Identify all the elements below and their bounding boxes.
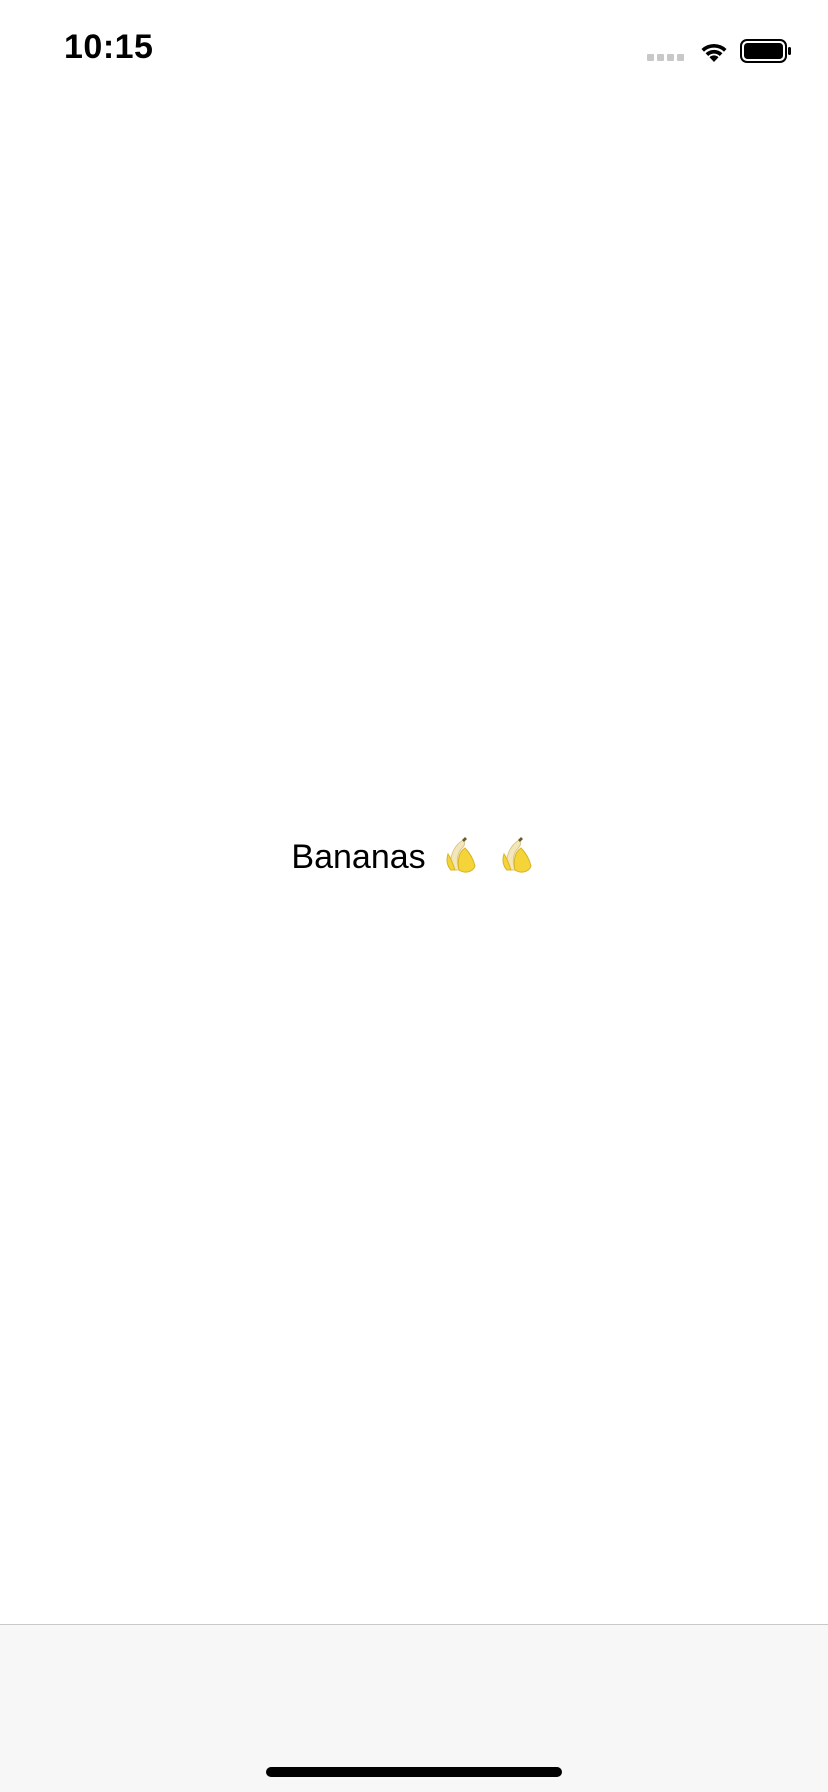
banana-icon xyxy=(446,837,476,873)
status-icons xyxy=(647,36,792,66)
bananas-label: Bananas xyxy=(291,838,426,876)
battery-icon xyxy=(740,39,791,63)
cellular-signal-icon xyxy=(647,41,684,61)
tab-bar xyxy=(0,1624,828,1792)
home-indicator[interactable] xyxy=(266,1767,562,1777)
status-time: 10:15 xyxy=(64,28,154,66)
banana-icon xyxy=(502,837,532,873)
wifi-icon xyxy=(701,43,727,62)
main-content: Bananas xyxy=(0,100,828,1624)
center-label: Bananas xyxy=(0,836,828,877)
status-bar: 10:15 xyxy=(0,0,828,100)
app-screen: 10:15 Bananas xyxy=(0,0,828,1792)
